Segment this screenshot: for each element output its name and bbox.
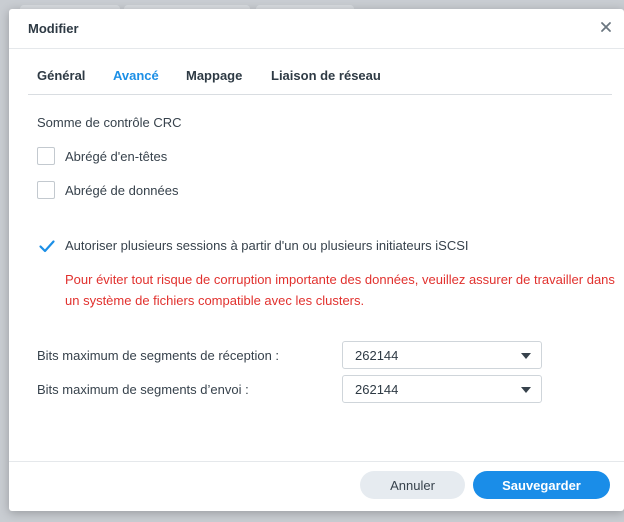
- dialog-title: Modifier: [28, 21, 79, 36]
- receive-segment-label: Bits maximum de segments de réception :: [37, 348, 280, 363]
- receive-segment-value: 262144: [355, 348, 399, 363]
- data-digest-option[interactable]: Abrégé de données: [37, 180, 178, 200]
- receive-segment-select[interactable]: 262144: [342, 341, 542, 369]
- cancel-button[interactable]: Annuler: [360, 471, 465, 499]
- footer-divider: [9, 461, 624, 462]
- header-digest-option[interactable]: Abrégé d'en-têtes: [37, 146, 167, 166]
- tab-general[interactable]: Général: [37, 68, 85, 83]
- checkmark-icon: [39, 240, 55, 253]
- close-icon: [601, 22, 611, 32]
- close-button[interactable]: [598, 19, 614, 35]
- save-button[interactable]: Sauvegarder: [473, 471, 610, 499]
- header-digest-checkbox[interactable]: [37, 147, 55, 165]
- tab-network-binding[interactable]: Liaison de réseau: [271, 68, 381, 83]
- dialog-header: Modifier: [9, 9, 624, 49]
- caret-down-icon: [521, 353, 531, 359]
- data-digest-label: Abrégé de données: [65, 182, 179, 198]
- multi-session-option[interactable]: Autoriser plusieurs sessions à partir d'…: [37, 235, 469, 255]
- send-segment-select[interactable]: 262144: [342, 375, 542, 403]
- header-digest-label: Abrégé d'en-têtes: [65, 148, 168, 164]
- multi-session-label: Autoriser plusieurs sessions à partir d'…: [65, 237, 469, 253]
- tab-mapping[interactable]: Mappage: [186, 68, 242, 83]
- caret-down-icon: [521, 387, 531, 393]
- tab-bar: Général Avancé Mappage Liaison de réseau: [28, 49, 612, 95]
- cluster-warning-text: Pour éviter tout risque de corruption im…: [65, 272, 615, 308]
- send-segment-label: Bits maximum de segments d’envoi :: [37, 382, 249, 397]
- data-digest-checkbox[interactable]: [37, 181, 55, 199]
- tab-advanced[interactable]: Avancé: [113, 68, 159, 83]
- multi-session-checkbox[interactable]: [37, 236, 55, 254]
- send-segment-value: 262144: [355, 382, 399, 397]
- modify-dialog: Modifier Général Avancé Mappage Liaison …: [9, 9, 624, 511]
- crc-section-label: Somme de contrôle CRC: [37, 115, 182, 130]
